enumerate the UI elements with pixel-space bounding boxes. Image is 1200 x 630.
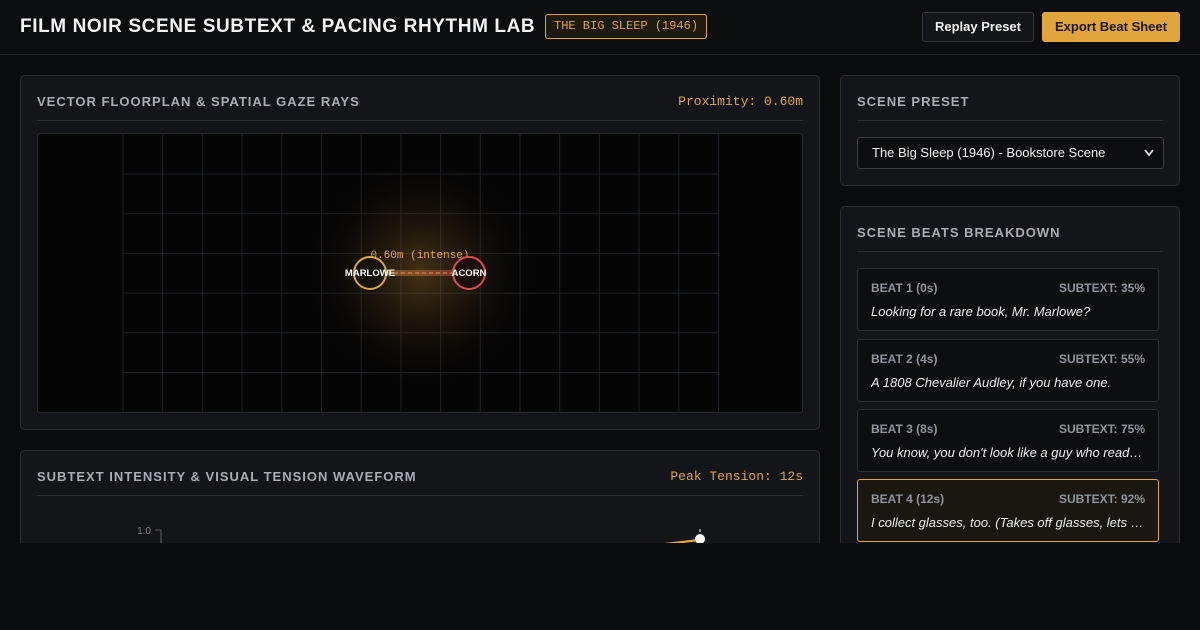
beat-dialogue: You know, you don't look like a guy who … [871, 445, 1145, 460]
waveform-panel-header: SUBTEXT INTENSITY & VISUAL TENSION WAVEF… [37, 451, 803, 496]
peak-tension-readout: Peak Tension: 12s [670, 469, 803, 484]
character-acorn[interactable]: ACORN [452, 256, 487, 290]
export-beat-sheet-button[interactable]: Export Beat Sheet [1042, 12, 1180, 42]
waveform-canvas[interactable]: 1.0 [37, 517, 803, 543]
beat-label: BEAT 4 (12s) [871, 492, 945, 506]
scene-preset-header: SCENE PRESET [857, 76, 1163, 121]
beat-subtext-score: SUBTEXT: 35% [1058, 281, 1145, 295]
beat-dialogue: I collect glasses, too. (Takes off glass… [871, 515, 1145, 530]
beat-subtext-score: SUBTEXT: 75% [1058, 422, 1145, 436]
waveform-panel: SUBTEXT INTENSITY & VISUAL TENSION WAVEF… [20, 450, 820, 543]
beat-subtext-score: SUBTEXT: 55% [1058, 352, 1145, 366]
scene-preset-value: The Big Sleep (1946) - Bookstore Scene [872, 145, 1106, 160]
beat-card-active[interactable]: BEAT 4 (12s) SUBTEXT: 92% I collect glas… [857, 479, 1159, 542]
waveform-svg: 1.0 [137, 526, 705, 543]
scene-preset-title: SCENE PRESET [857, 94, 970, 109]
floorplan-svg: 0.60m (intense) MARLOWE ACORN [122, 134, 719, 412]
app-title: FILM NOIR SCENE SUBTEXT & PACING RHYTHM … [20, 16, 536, 37]
beat-card[interactable]: BEAT 3 (8s) SUBTEXT: 75% You know, you d… [857, 409, 1159, 472]
beat-label: BEAT 1 (0s) [871, 281, 938, 295]
scene-beats-panel: SCENE BEATS BREAKDOWN BEAT 1 (0s) SUBTEX… [840, 206, 1180, 543]
app-viewport: FILM NOIR SCENE SUBTEXT & PACING RHYTHM … [0, 0, 1200, 543]
distance-label: 0.60m (intense) [370, 250, 469, 262]
beat-label: BEAT 2 (4s) [871, 352, 938, 366]
chevron-down-icon [1143, 138, 1155, 179]
film-badge: THE BIG SLEEP (1946) [545, 14, 708, 39]
beat-dialogue: Looking for a rare book, Mr. Marlowe? [871, 304, 1091, 319]
scene-beats-header: SCENE BEATS BREAKDOWN [857, 207, 1163, 252]
y-tick-label: 1.0 [137, 526, 151, 537]
floorplan-title: VECTOR FLOORPLAN & SPATIAL GAZE RAYS [37, 94, 360, 109]
peak-point[interactable] [695, 534, 705, 543]
beat-dialogue: A 1808 Chevalier Audley, if you have one… [871, 375, 1112, 390]
scene-preset-panel: SCENE PRESET The Big Sleep (1946) - Book… [840, 75, 1180, 186]
scene-beats-title: SCENE BEATS BREAKDOWN [857, 225, 1061, 240]
tension-line [664, 538, 700, 543]
proximity-readout: Proximity: 0.60m [678, 94, 803, 109]
floorplan-panel-header: VECTOR FLOORPLAN & SPATIAL GAZE RAYS Pro… [37, 76, 803, 121]
top-bar: FILM NOIR SCENE SUBTEXT & PACING RHYTHM … [0, 0, 1200, 55]
scene-preset-select[interactable]: The Big Sleep (1946) - Bookstore Scene [857, 137, 1164, 169]
marlowe-label: MARLOWE [345, 268, 395, 279]
floorplan-panel: VECTOR FLOORPLAN & SPATIAL GAZE RAYS Pro… [20, 75, 820, 430]
beat-card[interactable]: BEAT 2 (4s) SUBTEXT: 55% A 1808 Chevalie… [857, 339, 1159, 402]
acorn-label: ACORN [452, 268, 487, 279]
beat-subtext-score: SUBTEXT: 92% [1058, 492, 1145, 506]
beat-label: BEAT 3 (8s) [871, 422, 938, 436]
beat-card[interactable]: BEAT 1 (0s) SUBTEXT: 35% Looking for a r… [857, 268, 1159, 331]
replay-preset-button[interactable]: Replay Preset [922, 12, 1034, 42]
floorplan-canvas[interactable]: 0.60m (intense) MARLOWE ACORN [37, 133, 803, 413]
waveform-title: SUBTEXT INTENSITY & VISUAL TENSION WAVEF… [37, 469, 417, 484]
